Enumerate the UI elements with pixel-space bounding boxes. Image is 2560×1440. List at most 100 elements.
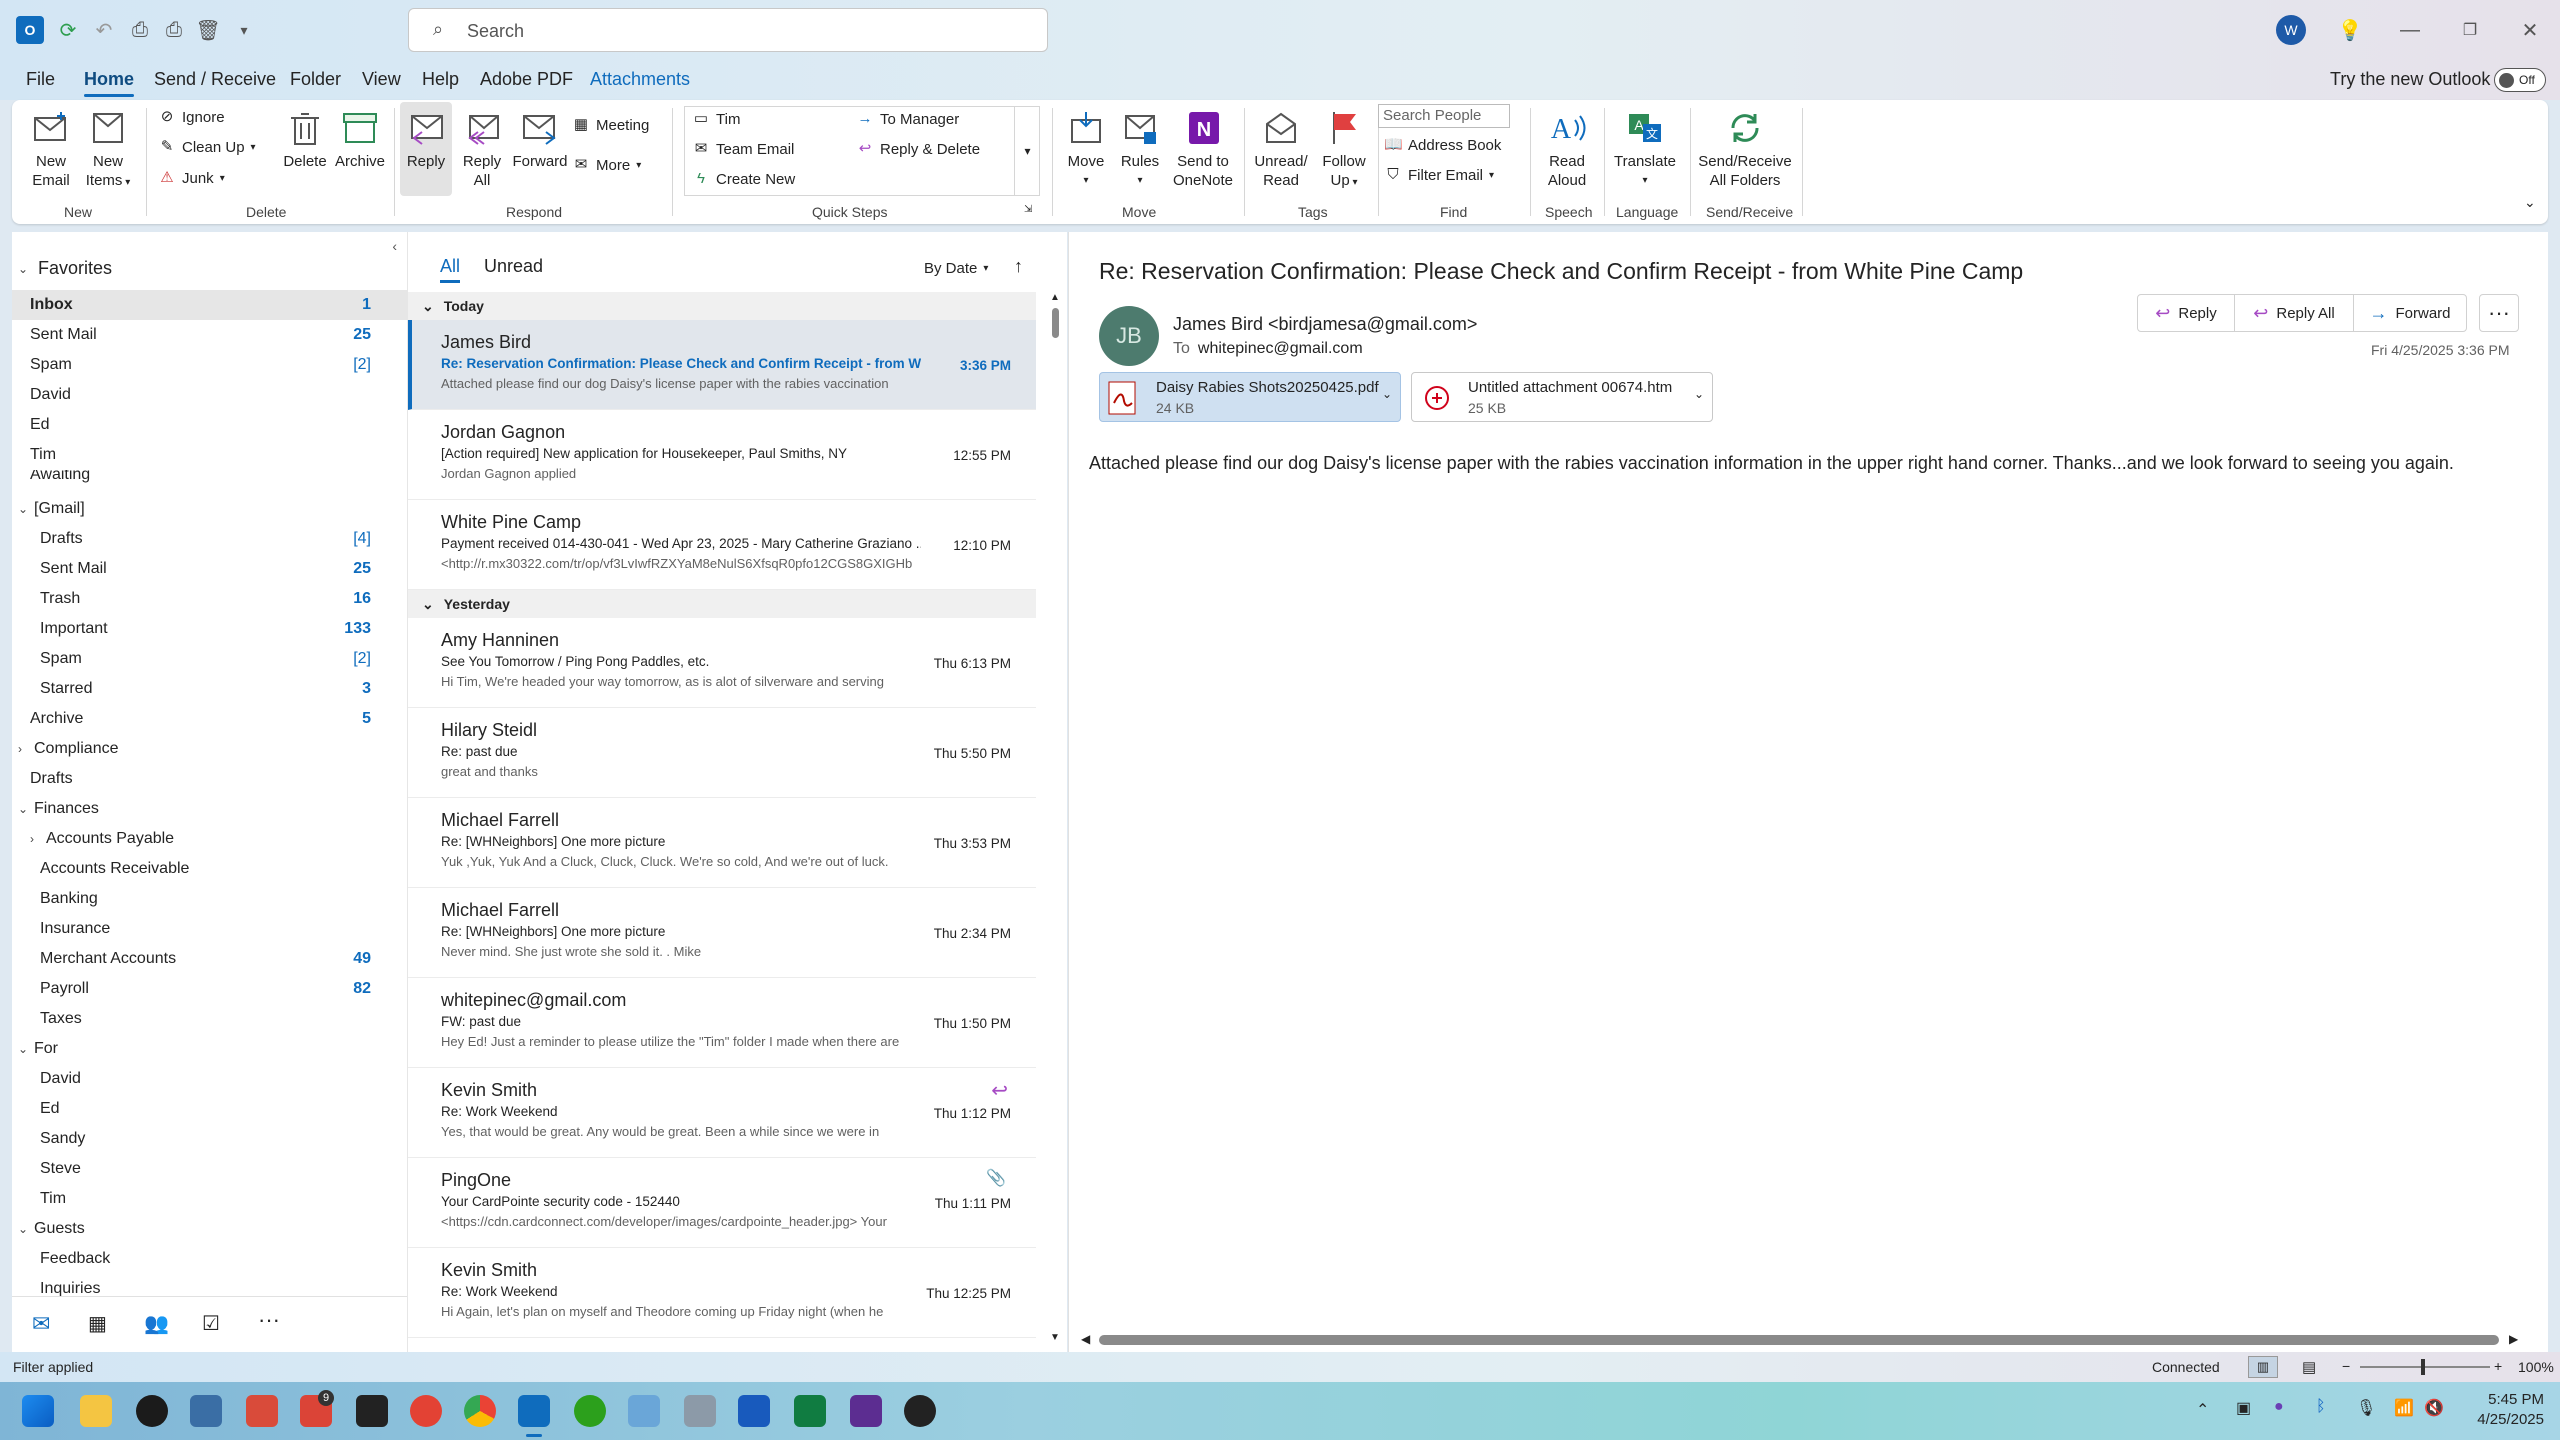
- forward-button[interactable]: Forward: [512, 108, 568, 171]
- word-icon[interactable]: [738, 1395, 770, 1427]
- read-aloud-button[interactable]: A Read Aloud: [1536, 108, 1598, 190]
- people-icon[interactable]: 👥: [144, 1311, 169, 1336]
- print-icon[interactable]: ⎙: [128, 18, 152, 42]
- scroll-right-icon[interactable]: ▶: [2509, 1332, 2518, 1346]
- collapse-pane-icon[interactable]: ‹: [392, 238, 397, 254]
- list-scrollbar[interactable]: ▲ ▼: [1048, 292, 1062, 1352]
- chevron-down-icon[interactable]: ⌄: [18, 1042, 32, 1056]
- folder-item[interactable]: Merchant Accounts 49: [12, 944, 407, 974]
- app-icon[interactable]: [190, 1395, 222, 1427]
- close-icon[interactable]: ✕: [2518, 18, 2542, 42]
- tab-attachments[interactable]: Attachments: [590, 69, 690, 90]
- quickstep-reply-delete[interactable]: ↩ Reply & Delete: [856, 140, 980, 158]
- zoom-slider[interactable]: [2360, 1366, 2490, 1368]
- folder-item[interactable]: Sent Mail 25: [12, 554, 407, 584]
- tab-adobe-pdf[interactable]: Adobe PDF: [480, 69, 573, 90]
- quickstep-to-manager[interactable]: → To Manager: [856, 110, 960, 128]
- more-apps-icon[interactable]: ···: [258, 1307, 280, 1333]
- account-avatar[interactable]: W: [2276, 15, 2306, 45]
- folder-item[interactable]: Feedback: [12, 1244, 407, 1274]
- folder-item[interactable]: › Accounts Payable: [12, 824, 407, 854]
- chevron-down-icon[interactable]: ⌄: [18, 502, 32, 516]
- folder-item[interactable]: Sent Mail 25: [12, 320, 407, 350]
- folder-item[interactable]: Steve: [12, 1154, 407, 1184]
- forward-button-reading[interactable]: → Forward: [2353, 294, 2467, 332]
- app-icon[interactable]: [246, 1395, 278, 1427]
- zoom-level[interactable]: 100%: [2518, 1359, 2554, 1375]
- new-outlook-toggle[interactable]: Off: [2494, 68, 2546, 92]
- reply-all-button-reading[interactable]: ↩ Reply All: [2234, 294, 2354, 332]
- rules-button[interactable]: Rules ▾: [1116, 108, 1164, 190]
- message-item[interactable]: Amy Hanninen See You Tomorrow / Ping Pong…: [408, 618, 1036, 708]
- chevron-right-icon[interactable]: ›: [18, 742, 32, 756]
- tab-unread[interactable]: Unread: [484, 256, 543, 277]
- collapse-ribbon-icon[interactable]: ⌄: [2524, 194, 2536, 211]
- scroll-up-icon[interactable]: ▲: [1050, 292, 1060, 303]
- folder-item[interactable]: Drafts [4]: [12, 524, 407, 554]
- scroll-left-icon[interactable]: ◀: [1081, 1332, 1090, 1346]
- archive-button[interactable]: Archive: [334, 108, 386, 171]
- app-icon[interactable]: [684, 1395, 716, 1427]
- recipient[interactable]: whitepinec@gmail.com: [1198, 340, 1363, 358]
- folder-item[interactable]: ⌄ [Gmail]: [12, 494, 407, 524]
- reading-view-icon[interactable]: ▤: [2302, 1358, 2316, 1376]
- calendar-icon[interactable]: ▦: [88, 1311, 107, 1336]
- attachment-pdf[interactable]: Daisy Rabies Shots20250425.pdf 24 KB ⌄: [1099, 372, 1401, 422]
- quickbooks-icon[interactable]: [574, 1395, 606, 1427]
- windows-start-icon[interactable]: [22, 1395, 54, 1427]
- chevron-down-icon[interactable]: ⌄: [18, 802, 32, 816]
- folder-item[interactable]: Banking: [12, 884, 407, 914]
- quick-steps-dialog-icon[interactable]: ⇲: [1024, 204, 1032, 215]
- chevron-down-icon[interactable]: ⌄: [422, 298, 434, 315]
- junk-button[interactable]: ⚠ Junk ▾: [158, 169, 224, 187]
- folder-item[interactable]: Ed: [12, 1094, 407, 1124]
- lightbulb-icon[interactable]: 💡: [2338, 18, 2363, 42]
- sort-direction-icon[interactable]: ↑: [1014, 256, 1023, 277]
- folder-item[interactable]: Payroll 82: [12, 974, 407, 1004]
- message-item[interactable]: Jordan Gagnon [Action required] New appli…: [408, 410, 1036, 500]
- excel-icon[interactable]: [794, 1395, 826, 1427]
- message-item[interactable]: White Pine Camp Payment received 014-430-…: [408, 500, 1036, 590]
- translate-button[interactable]: A文 Translate ▾: [1608, 108, 1682, 190]
- folder-item[interactable]: Archive 5: [12, 704, 407, 734]
- volume-muted-icon[interactable]: 🔇: [2424, 1398, 2444, 1418]
- folder-item[interactable]: ⌄ Finances: [12, 794, 407, 824]
- delete-icon[interactable]: 🗑: [195, 18, 220, 42]
- folder-item[interactable]: Tim: [12, 1184, 407, 1214]
- quickstep-team-email[interactable]: ✉ Team Email: [692, 140, 795, 158]
- ignore-button[interactable]: ⊘ Ignore: [158, 108, 225, 126]
- tab-help[interactable]: Help: [422, 69, 459, 90]
- undo-icon[interactable]: ↶: [92, 18, 116, 42]
- more-actions-icon[interactable]: ···: [2479, 294, 2519, 332]
- app-icon[interactable]: [628, 1395, 660, 1427]
- chrome-icon[interactable]: [464, 1395, 496, 1427]
- meeting-button[interactable]: ▦ Meeting: [572, 116, 649, 134]
- message-item[interactable]: Kevin Smith Re: Work Weekend Yes, that wou…: [408, 1068, 1036, 1158]
- tab-file[interactable]: File: [26, 69, 55, 90]
- tab-home[interactable]: Home: [84, 69, 135, 97]
- reply-all-button[interactable]: Reply All: [456, 108, 508, 190]
- folder-item[interactable]: Trash 16: [12, 584, 407, 614]
- search-box[interactable]: ⌕ Search: [408, 8, 1048, 52]
- chevron-down-icon[interactable]: ⌄: [1694, 387, 1704, 401]
- new-items-button[interactable]: New Items ▾: [82, 108, 134, 192]
- quick-print-icon[interactable]: ⎙: [162, 18, 186, 42]
- bluetooth-icon[interactable]: ᛒ: [2316, 1398, 2326, 1416]
- chevron-down-icon[interactable]: ⌄: [422, 596, 434, 613]
- message-item[interactable]: Hilary Steidl Re: past due great and thank…: [408, 708, 1036, 798]
- mail-icon[interactable]: ✉: [32, 1311, 50, 1337]
- folder-item[interactable]: ⌄ Guests: [12, 1214, 407, 1244]
- new-email-button[interactable]: New Email: [26, 108, 76, 190]
- tray-app-icon[interactable]: ▣: [2236, 1398, 2251, 1418]
- app-icon[interactable]: [136, 1395, 168, 1427]
- message-item[interactable]: PingOne Your CardPointe security code - 1…: [408, 1158, 1036, 1248]
- folder-item[interactable]: Sandy: [12, 1124, 407, 1154]
- quick-steps-expand-icon[interactable]: ▾: [1014, 106, 1040, 196]
- clock[interactable]: 5:45 PM 4/25/2025: [2464, 1390, 2544, 1430]
- tab-all[interactable]: All: [440, 256, 460, 277]
- tasks-icon[interactable]: ☑: [202, 1311, 220, 1336]
- search-people-input[interactable]: Search People: [1378, 104, 1510, 128]
- tab-send-receive[interactable]: Send / Receive: [154, 69, 276, 90]
- sort-dropdown[interactable]: By Date ▾: [924, 260, 988, 277]
- message-item[interactable]: Michael Farrell Re: [WHNeighbors] One mor…: [408, 888, 1036, 978]
